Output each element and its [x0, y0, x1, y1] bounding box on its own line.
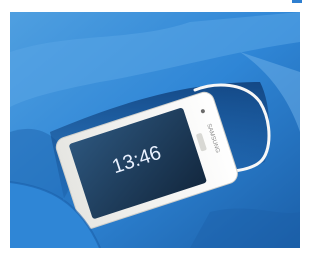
pocket-scene: 13:46 SAMSUNG	[10, 12, 300, 248]
corner-accent	[292, 0, 302, 3]
photo: 13:46 SAMSUNG	[10, 12, 300, 248]
